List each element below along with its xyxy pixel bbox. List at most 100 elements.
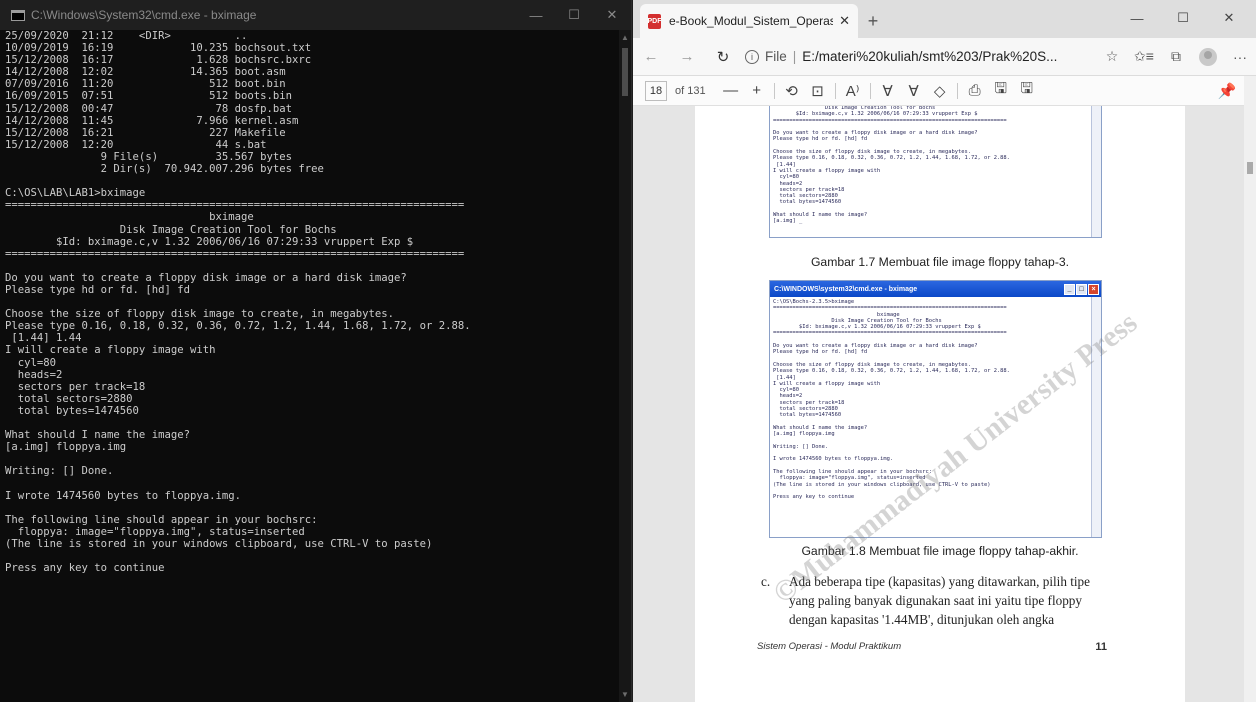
console-line: Writing: [] Done. — [5, 465, 114, 478]
url-input[interactable]: i File | E:/materi%20kuliah/smt%203/Prak… — [741, 42, 1096, 72]
edge-tab-pdf[interactable]: PDF e-Book_Modul_Sistem_Operasi.p ✕ — [640, 4, 858, 38]
pdf-file-icon: PDF — [648, 13, 662, 29]
url-text: E:/materi%20kuliah/smt%203/Prak%20S... — [802, 49, 1058, 64]
cmd-minimize-button[interactable]: — — [517, 0, 555, 30]
console-line: 15/12/2008 00:47 78 dosfp.bat — [5, 102, 293, 115]
info-icon[interactable]: i — [745, 49, 759, 64]
edge-window[interactable]: PDF e-Book_Modul_Sistem_Operasi.p ✕ + — … — [633, 0, 1256, 702]
zoom-in-icon[interactable]: + — [744, 78, 770, 104]
back-button[interactable]: ← — [633, 42, 669, 72]
read-aloud-icon[interactable]: A⁾ — [840, 78, 866, 104]
edge-minimize-button[interactable]: — — [1114, 6, 1160, 30]
address-bar: ← → ↻ i File | E:/materi%20kuliah/smt%20… — [633, 38, 1256, 76]
console-line: 10/09/2019 16:19 10.235 bochsout.txt — [5, 42, 312, 55]
save-as-icon[interactable]: 🖫 — [1014, 78, 1040, 104]
page-count-label: of 131 — [675, 84, 706, 97]
console-line: 9 File(s) 35.567 bytes — [5, 150, 293, 163]
edge-maximize-button[interactable]: ☐ — [1160, 6, 1206, 30]
figure-1-8-caption: Gambar 1.8 Membuat file image floppy tah… — [801, 544, 1079, 558]
console-line: cyl=80 — [5, 356, 57, 369]
footer-title: Sistem Operasi - Modul Praktikum — [757, 641, 902, 652]
console-line: heads=2 — [5, 368, 63, 381]
cmd-titlebar[interactable]: C:\Windows\System32\cmd.exe - bximage — … — [0, 0, 631, 30]
figure-scrollbar — [1091, 106, 1101, 237]
zoom-out-icon[interactable]: — — [718, 78, 744, 104]
profile-avatar[interactable] — [1199, 47, 1217, 66]
console-line: Choose the size of floppy disk image to … — [5, 308, 395, 321]
cmd-maximize-button[interactable]: ☐ — [555, 0, 593, 30]
draw-icon[interactable]: ∀ — [875, 78, 901, 104]
scroll-down-icon[interactable]: ▼ — [621, 690, 629, 699]
forward-button[interactable]: → — [669, 42, 705, 72]
cmd-scrollbar[interactable]: ▲ ▼ — [619, 30, 631, 702]
figure-window-title: C:\WINDOWS\system32\cmd.exe - bximage — [774, 285, 918, 293]
console-line: $Id: bximage.c,v 1.32 2006/06/16 07:29:3… — [5, 235, 414, 248]
pin-toolbar-icon[interactable]: 📌 — [1214, 78, 1240, 104]
console-line: Disk Image Creation Tool for Bochs — [5, 223, 337, 236]
page-number-input[interactable]: 18 — [645, 80, 667, 101]
console-line: I will create a floppy image with — [5, 344, 216, 357]
save-icon[interactable]: 🖫 — [988, 78, 1014, 104]
url-scheme: File — [765, 49, 787, 64]
pdf-scrollbar[interactable] — [1244, 76, 1256, 702]
console-line: The following line should appear in your… — [5, 513, 318, 526]
console-line: 15/12/2008 16:21 227 Makefile — [5, 126, 286, 139]
more-menu-icon[interactable]: ··· — [1224, 42, 1256, 72]
highlight-icon[interactable]: ∀ — [901, 78, 927, 104]
edge-close-button[interactable]: ✕ — [1206, 6, 1252, 30]
cmd-window[interactable]: C:\Windows\System32\cmd.exe - bximage — … — [0, 0, 632, 702]
console-line: Please type hd or fd. [hd] fd — [5, 283, 190, 296]
toolbar-divider — [834, 82, 836, 99]
page-footer: Sistem Operasi - Modul Praktikum 11 — [757, 641, 1107, 653]
favorite-star-icon[interactable]: ☆ — [1096, 42, 1128, 72]
edge-tab-bar: PDF e-Book_Modul_Sistem_Operasi.p ✕ + — … — [633, 0, 1256, 38]
figure-1-7-caption: Gambar 1.7 Membuat file image floppy tah… — [810, 255, 1070, 269]
console-line: bximage — [5, 211, 254, 224]
console-line: I wrote 1474560 bytes to floppya.img. — [5, 489, 241, 502]
figure-window-titlebar: C:\WINDOWS\system32\cmd.exe - bximage _ □… — [770, 281, 1101, 297]
print-icon[interactable]: ⎙ — [962, 78, 988, 104]
console-line: 2 Dir(s) 70.942.007.296 bytes free — [5, 163, 324, 176]
fit-page-icon[interactable]: ⊡ — [805, 78, 831, 104]
console-line: ========================================… — [5, 199, 465, 212]
console-line: What should I name the image? — [5, 429, 190, 442]
console-line: 07/09/2016 11:20 512 boot.bin — [5, 78, 286, 91]
console-line: total sectors=2880 — [5, 392, 133, 405]
cmd-close-button[interactable]: ✕ — [593, 0, 631, 30]
console-line: C:\OS\LAB\LAB1>bximage — [5, 187, 146, 200]
toolbar-divider — [869, 82, 871, 99]
figure-1-7-console-text: Disk Image Creation Tool for Bochs $Id: … — [770, 106, 1101, 227]
pdf-scrollbar-thumb[interactable] — [1247, 162, 1253, 174]
figure-console-line: [a.img] _ — [773, 218, 803, 225]
console-line: Please type 0.16, 0.18, 0.32, 0.36, 0.72… — [5, 320, 471, 333]
cmd-scrollbar-thumb[interactable] — [622, 48, 628, 96]
refresh-button[interactable]: ↻ — [705, 42, 741, 72]
collections-icon[interactable]: ⧉ — [1160, 42, 1192, 72]
cmd-app-icon — [11, 9, 25, 21]
console-line: 25/09/2020 21:12 <DIR> .. — [5, 30, 248, 42]
console-line: 14/12/2008 12:02 14.365 boot.asm — [5, 66, 286, 79]
tab-close-icon[interactable]: ✕ — [839, 13, 850, 29]
erase-icon[interactable]: ◇ — [927, 78, 953, 104]
console-line: 15/12/2008 12:20 44 s.bat — [5, 138, 267, 151]
rotate-icon[interactable]: ⟲ — [779, 78, 805, 104]
console-line: total bytes=1474560 — [5, 404, 139, 417]
console-line: 14/12/2008 11:45 7.966 kernel.asm — [5, 114, 299, 127]
new-tab-button[interactable]: + — [858, 4, 888, 38]
footer-page-number: 11 — [1095, 641, 1107, 653]
cmd-console-output[interactable]: 25/09/2020 21:12 <DIR> .. 10/09/2019 16:1… — [0, 30, 620, 702]
scroll-up-icon[interactable]: ▲ — [621, 33, 629, 42]
console-line: Press any key to continue — [5, 562, 165, 575]
pdf-viewer[interactable]: Disk Image Creation Tool for Bochs $Id: … — [633, 106, 1244, 702]
console-line: ========================================… — [5, 247, 465, 260]
console-line: [a.img] floppya.img — [5, 441, 127, 454]
favorites-list-icon[interactable]: ✩≡ — [1128, 42, 1160, 72]
pdf-page: Disk Image Creation Tool for Bochs $Id: … — [695, 106, 1185, 702]
